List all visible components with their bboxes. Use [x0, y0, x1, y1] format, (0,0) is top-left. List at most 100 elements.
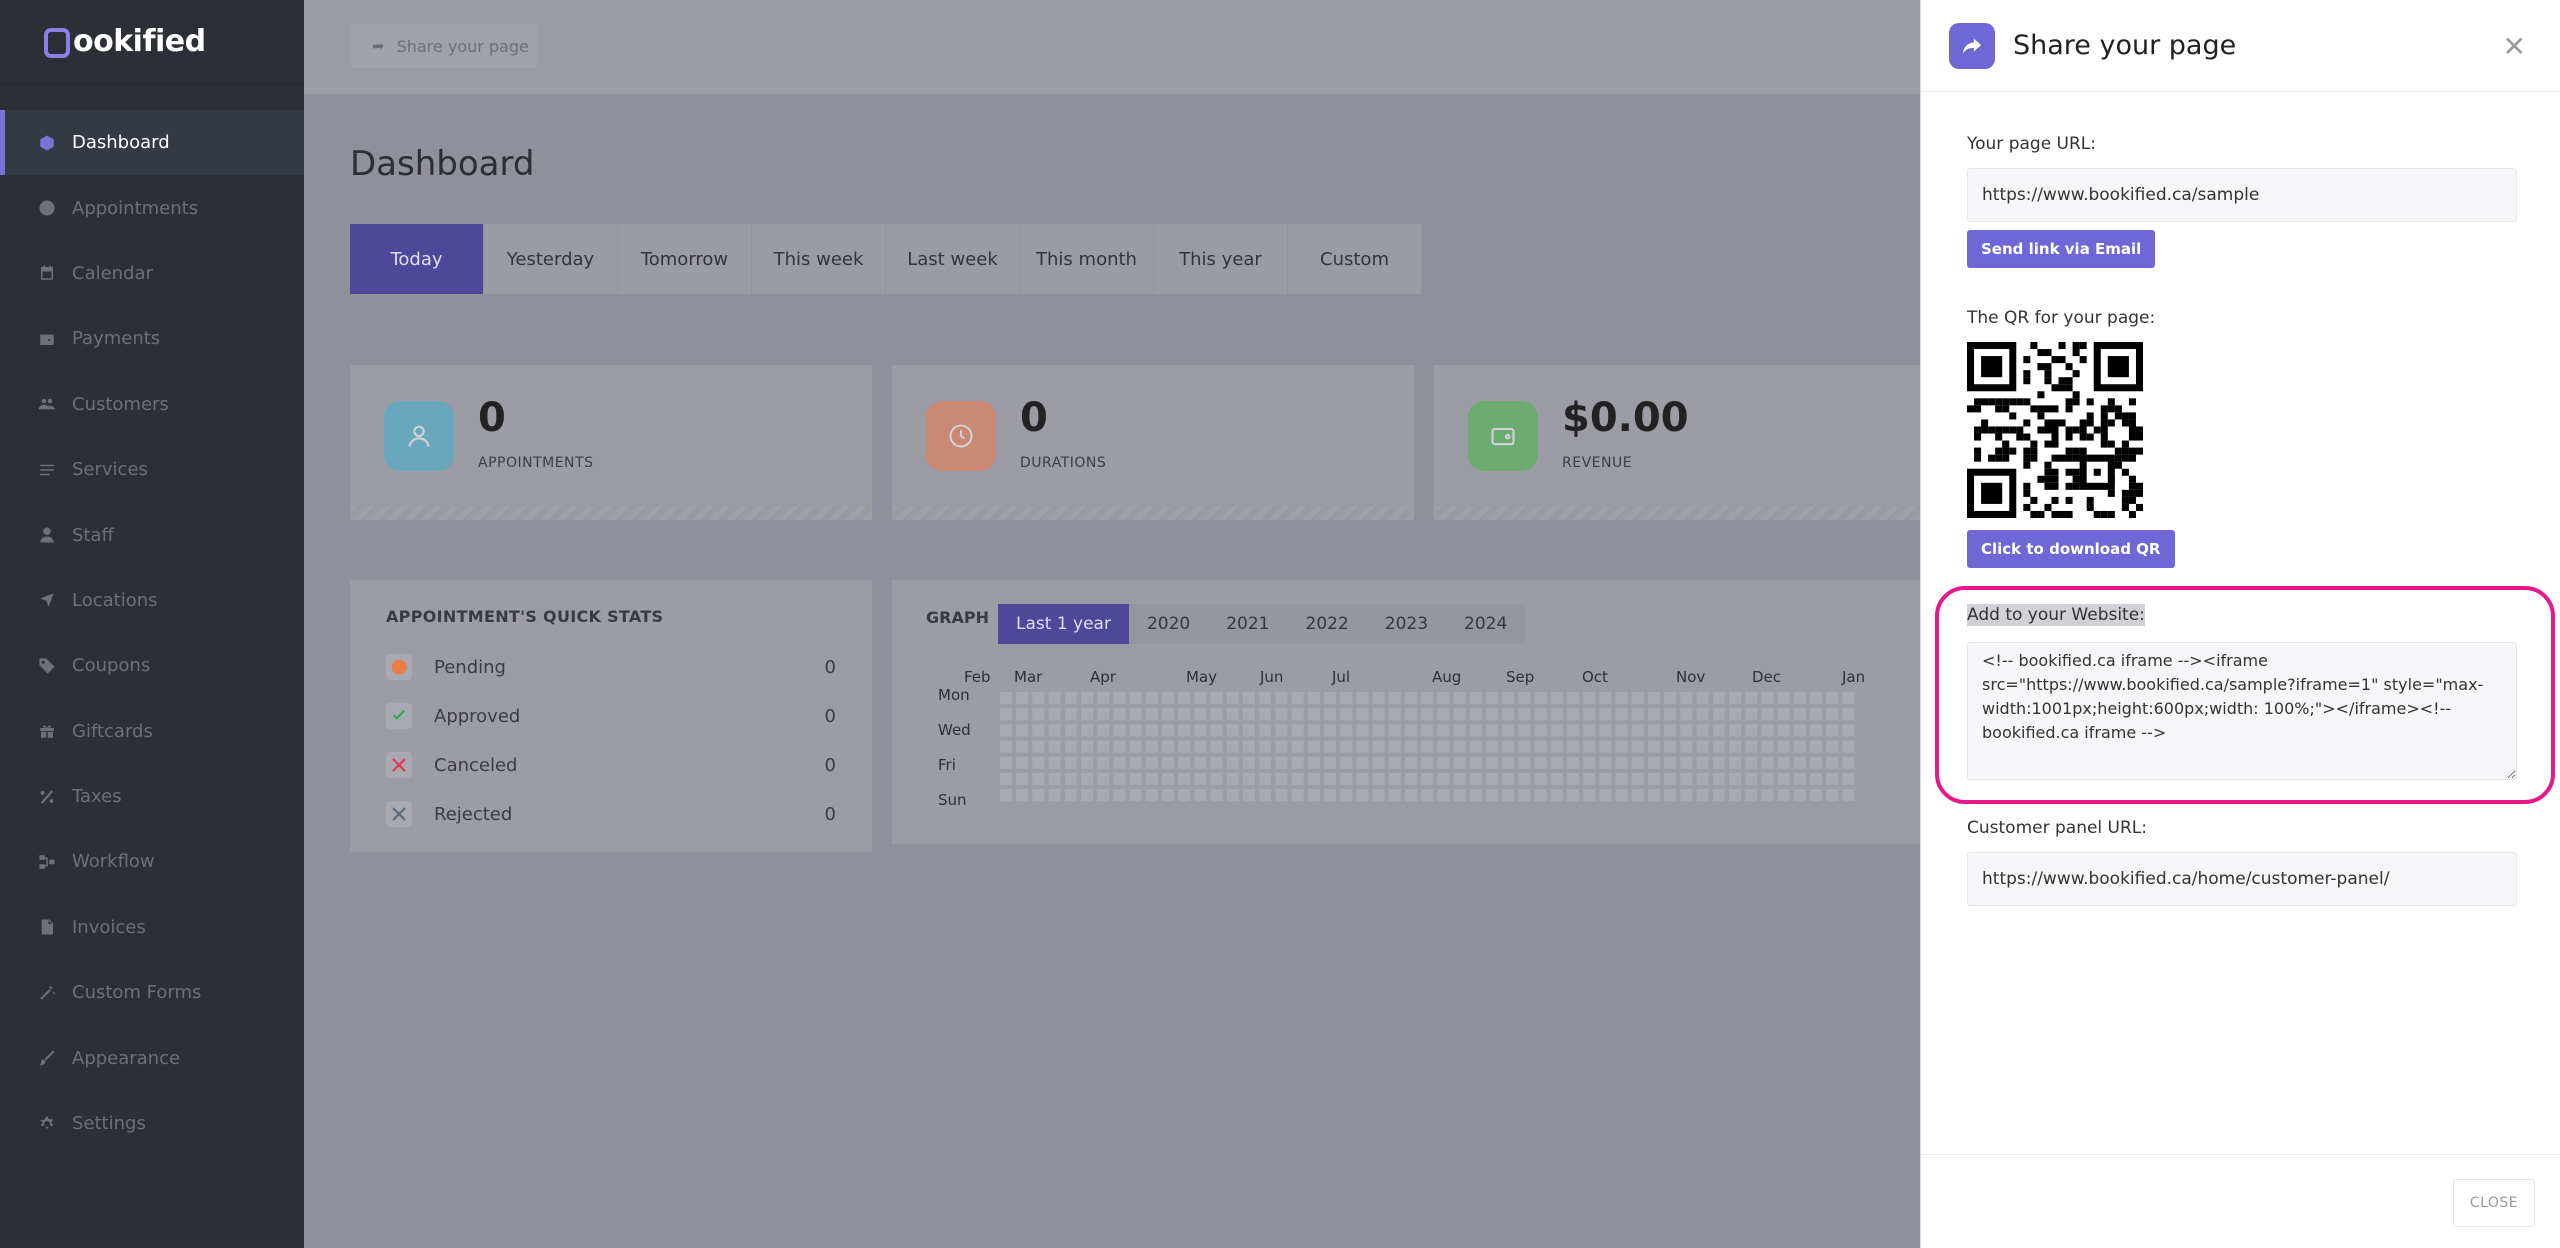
heatmap-cell: [1502, 756, 1515, 769]
heatmap-cell: [1226, 724, 1239, 737]
range-tab-tomorrow[interactable]: Tomorrow: [618, 224, 752, 294]
heatmap-cell: [1291, 724, 1304, 737]
heatmap-cell: [1340, 724, 1353, 737]
sidebar-item-calendar[interactable]: Calendar: [0, 241, 304, 306]
heatmap-cell: [1210, 756, 1223, 769]
heatmap-cell: [1745, 724, 1758, 737]
range-tab-last-week[interactable]: Last week: [886, 224, 1020, 294]
heatmap-cell: [1000, 773, 1012, 785]
heatmap-cell: [1259, 740, 1272, 753]
sidebar-item-staff[interactable]: Staff: [0, 502, 304, 567]
sidebar-item-custom-forms[interactable]: Custom Forms: [0, 960, 304, 1025]
heatmap-cell: [1777, 756, 1790, 769]
year-tab-2024[interactable]: 2024: [1446, 604, 1526, 644]
panel-footer: CLOSE: [1921, 1154, 2560, 1248]
heatmap-cell: [1777, 692, 1790, 704]
heatmap-cell: [1032, 773, 1045, 785]
sidebar-item-services[interactable]: Services: [0, 437, 304, 502]
heatmap-cell: [1583, 692, 1596, 704]
heatmap-cell: [1145, 740, 1158, 753]
page-title: Dashboard: [350, 144, 535, 184]
embed-code-textarea[interactable]: <!-- bookified.ca iframe --><iframe src=…: [1967, 642, 2517, 780]
heatmap-cell: [1534, 740, 1547, 753]
page-url-input[interactable]: https://www.bookified.ca/sample: [1967, 168, 2517, 222]
heatmap-cell: [1712, 724, 1725, 737]
heatmap-cell: [1113, 724, 1126, 737]
sidebar-item-giftcards[interactable]: Giftcards: [0, 699, 304, 764]
close-icon[interactable]: ✕: [2503, 30, 2526, 63]
heatmap-cell: [1372, 724, 1385, 737]
heatmap-cell: [1291, 773, 1304, 785]
range-tab-this-week[interactable]: This week: [752, 224, 886, 294]
month-label: Jan: [1842, 668, 1866, 686]
sidebar-item-payments[interactable]: Payments: [0, 306, 304, 371]
calendar-icon: [38, 264, 56, 282]
year-tab-last-1-year[interactable]: Last 1 year: [998, 604, 1129, 644]
heatmap-cell: [1324, 789, 1336, 802]
heatmap-cell: [1226, 692, 1239, 704]
brand-logo[interactable]: ookified: [0, 0, 304, 84]
heatmap-cell: [1194, 708, 1207, 721]
heatmap-cell: [1680, 708, 1693, 721]
heatmap-cell: [1324, 692, 1336, 704]
sidebar-item-taxes[interactable]: Taxes: [0, 764, 304, 829]
heatmap-cell: [1145, 708, 1158, 721]
send-email-button[interactable]: Send link via Email: [1967, 230, 2156, 268]
sidebar-item-appearance[interactable]: Appearance: [0, 1025, 304, 1090]
sidebar-item-label: Dashboard: [72, 132, 170, 154]
heatmap-cell: [1162, 724, 1174, 737]
heatmap-cell: [1243, 708, 1255, 721]
heatmap-cell: [1307, 756, 1320, 769]
sidebar-item-appointments[interactable]: Appointments: [0, 175, 304, 240]
range-tab-custom[interactable]: Custom: [1288, 224, 1422, 294]
heatmap-cell: [1421, 756, 1434, 769]
stat-value: 0: [478, 395, 506, 441]
heatmap-cell: [1016, 692, 1029, 704]
sidebar-item-coupons[interactable]: Coupons: [0, 633, 304, 698]
percent-icon: [38, 788, 56, 806]
heatmap-cell: [1793, 708, 1806, 721]
heatmap-cell: [1793, 756, 1806, 769]
download-qr-button[interactable]: Click to download QR: [1967, 530, 2175, 568]
quick-stats-title: APPOINTMENT'S QUICK STATS: [386, 607, 664, 626]
heatmap-cell: [1680, 789, 1693, 802]
sidebar-item-workflow[interactable]: Workflow: [0, 829, 304, 894]
sidebar-item-settings[interactable]: Settings: [0, 1091, 304, 1156]
quick-stat-label: Canceled: [434, 754, 518, 776]
heatmap-cell: [1729, 789, 1741, 802]
check-icon: [386, 703, 412, 729]
heatmap-cell: [1372, 756, 1385, 769]
heatmap-cell: [1291, 756, 1304, 769]
heatmap-cell: [1502, 708, 1515, 721]
heatmap-cell: [1064, 789, 1077, 802]
heatmap-cell: [1729, 708, 1741, 721]
range-tab-today[interactable]: Today: [350, 224, 484, 294]
sidebar-item-locations[interactable]: Locations: [0, 568, 304, 633]
year-tab-2021[interactable]: 2021: [1208, 604, 1288, 644]
heatmap-cell: [1502, 692, 1515, 704]
heatmap-cell: [1664, 708, 1677, 721]
sidebar-item-invoices[interactable]: Invoices: [0, 895, 304, 960]
close-button[interactable]: CLOSE: [2453, 1179, 2535, 1227]
heatmap-cell: [1518, 789, 1531, 802]
heatmap-cell: [1162, 740, 1174, 753]
heatmap-cell: [1421, 708, 1434, 721]
heatmap-cell: [1599, 740, 1612, 753]
stat-value: $0.00: [1562, 395, 1689, 441]
year-tab-2020[interactable]: 2020: [1128, 604, 1209, 644]
customer-panel-url-input[interactable]: https://www.bookified.ca/home/customer-p…: [1967, 852, 2517, 906]
range-tab-this-year[interactable]: This year: [1154, 224, 1288, 294]
range-tab-yesterday[interactable]: Yesterday: [484, 224, 618, 294]
sidebar-item-customers[interactable]: Customers: [0, 372, 304, 437]
location-arrow-icon: [38, 591, 56, 609]
gift-icon: [38, 722, 56, 740]
heatmap-cell: [1194, 740, 1207, 753]
graph-month-labels: Feb Mar Apr May Jun Jul Aug Sep Oct Nov Dec Jan: [892, 668, 1920, 688]
sidebar-item-dashboard[interactable]: Dashboard: [0, 110, 304, 176]
heatmap-cell: [1421, 773, 1434, 785]
year-tab-2023[interactable]: 2023: [1366, 604, 1447, 644]
heatmap-cell: [1291, 789, 1304, 802]
range-tab-this-month[interactable]: This month: [1020, 224, 1154, 294]
share-page-button[interactable]: ➦ Share your page: [350, 24, 538, 68]
year-tab-2022[interactable]: 2022: [1287, 604, 1367, 644]
